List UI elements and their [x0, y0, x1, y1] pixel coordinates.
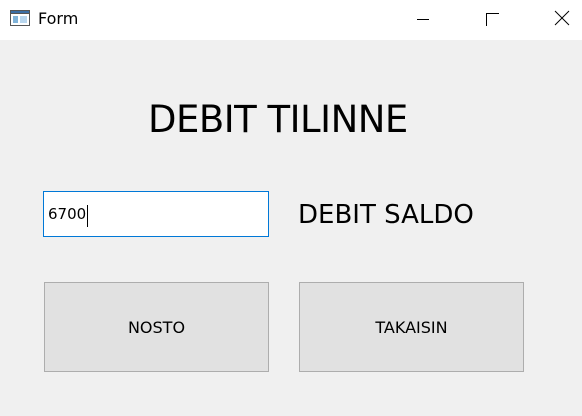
withdraw-button[interactable]: NOSTO: [44, 282, 269, 372]
form-window: Form DEBIT TILINNE DEBIT SALDO NOSTO TAK…: [0, 0, 582, 416]
minimize-icon: [416, 11, 430, 30]
text-caret: [87, 205, 88, 227]
debit-saldo-label: DEBIT SALDO: [298, 200, 474, 230]
title-bar[interactable]: Form: [0, 0, 582, 40]
back-button[interactable]: TAKAISIN: [299, 282, 524, 372]
maximize-button[interactable]: [469, 0, 515, 40]
close-icon: [554, 10, 570, 30]
maximize-icon: [485, 11, 500, 30]
close-button[interactable]: [539, 0, 582, 40]
form-app-icon: [10, 10, 30, 26]
minimize-button[interactable]: [400, 0, 446, 40]
page-title: DEBIT TILINNE: [148, 98, 408, 141]
window-title: Form: [38, 9, 79, 28]
amount-input[interactable]: [43, 191, 269, 237]
